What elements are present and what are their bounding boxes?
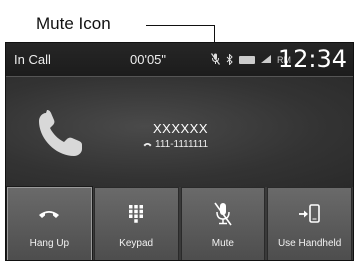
- number-phone-icon: [143, 143, 152, 147]
- caller-name: XXXXXX: [153, 121, 209, 136]
- call-timer: 00'05": [130, 52, 167, 67]
- use-handheld-button[interactable]: Use Handheld: [267, 187, 352, 260]
- caller-number-row: 111-1111111: [143, 139, 208, 150]
- keypad-button[interactable]: Keypad: [93, 187, 179, 260]
- mute-label: Mute: [211, 238, 234, 249]
- mute-icon-callout-label: Mute Icon: [36, 14, 111, 33]
- keypad-icon: [129, 205, 144, 223]
- mute-icon: [211, 53, 220, 67]
- handheld-icon: [298, 204, 320, 223]
- signal-icon: [261, 55, 271, 65]
- call-action-bar: Hang Up Keypad Mute Use Handheld: [6, 186, 353, 260]
- callout-leader-line-vertical: [214, 25, 215, 43]
- battery-icon: [239, 56, 255, 64]
- call-screen: In Call 00'05" RM 12:34 XXXXXX 111-11111…: [5, 42, 354, 261]
- call-info-panel: XXXXXX 111-1111111: [6, 77, 353, 187]
- call-status-text: In Call: [14, 52, 51, 67]
- status-bar: In Call 00'05" RM 12:34: [6, 43, 353, 77]
- keypad-label: Keypad: [119, 238, 154, 249]
- callout-leader-line: [146, 25, 215, 26]
- mute-icon: [214, 202, 232, 226]
- clock: 12:34: [277, 45, 347, 73]
- use-handheld-label: Use Handheld: [277, 238, 342, 249]
- phone-handset-icon: [39, 110, 82, 156]
- mute-button[interactable]: Mute: [180, 187, 266, 260]
- bluetooth-icon: [226, 52, 233, 67]
- caller-number: 111-1111111: [155, 139, 209, 150]
- hang-up-icon: [39, 211, 60, 218]
- hang-up-button[interactable]: Hang Up: [6, 186, 93, 260]
- hang-up-label: Hang Up: [29, 238, 70, 249]
